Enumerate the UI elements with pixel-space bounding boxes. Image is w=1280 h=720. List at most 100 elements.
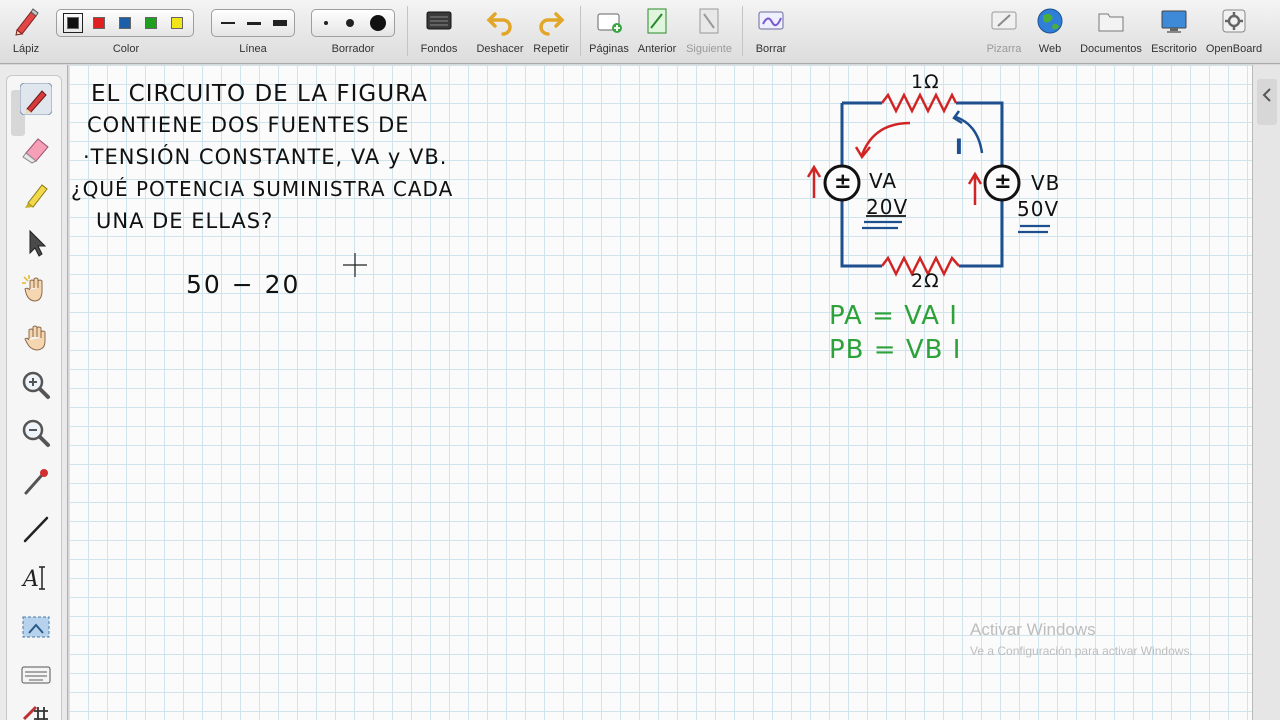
formula-pa: PA = VA I [829,301,958,331]
next-page-label: Siguiente [686,43,732,55]
problem-line-3: ·TENSIÓN CONSTANTE, VA y VB. [83,145,448,169]
main-toolbar: Lápiz Color Línea Borrador Fondos Deshac… [0,0,1280,64]
current-label: I [955,135,964,159]
openboard-menu-button[interactable]: OpenBoard [1203,0,1265,64]
bottom-resistor-label: 2Ω [911,270,940,292]
eraser-size-picker[interactable] [311,9,395,37]
highlighter-tool-icon[interactable] [20,179,52,211]
toolbar-separator [580,6,581,56]
chevron-left-icon [1262,88,1271,102]
clear-board-icon [758,11,784,30]
clear-page-button[interactable]: Borrar [748,0,794,64]
selector-arrow-icon[interactable] [20,227,52,259]
board-icon [991,11,1017,30]
pencil-tool[interactable]: Lápiz [6,0,46,64]
color-swatch[interactable] [171,17,183,29]
formula-pb: PB = VB I [829,335,962,365]
text-tool-icon[interactable]: A [20,561,52,593]
color-picker[interactable] [56,9,194,37]
line-draw-icon[interactable] [20,513,52,545]
previous-page-icon [647,8,667,34]
eraser-medium-option[interactable] [346,19,354,27]
watermark-subtitle: Ve a Configuración para activar Windows. [970,644,1193,658]
folder-icon [1098,13,1124,32]
interact-hand-icon[interactable] [20,273,52,305]
color-tool[interactable]: Color [56,0,196,64]
work-expression: 50 − 20 [186,270,301,299]
pages-button[interactable]: Páginas [586,0,632,64]
source-b-symbol: ± [994,169,1013,193]
redo-arrow-icon [539,12,565,36]
desktop-label: Escritorio [1151,43,1197,55]
svg-text:A: A [21,567,39,592]
line-thin-option[interactable] [221,22,235,24]
source-b-value: 50V [1017,197,1060,221]
source-a-name: VA [869,169,898,193]
board-mode-label: Pizarra [986,43,1022,55]
previous-page-button[interactable]: Anterior [634,0,680,64]
capture-area-icon[interactable] [20,611,52,643]
web-label: Web [1038,43,1062,55]
problem-line-2: CONTIENE DOS FUENTES DE [87,113,410,137]
line-thick-option[interactable] [273,20,287,26]
next-page-button[interactable]: Siguiente [684,0,734,64]
add-page-icon [597,13,622,33]
right-panel-expand-handle[interactable] [1257,79,1277,125]
tool-palette: A [0,65,68,720]
color-swatch[interactable] [63,13,83,33]
grid-snap-icon[interactable] [20,699,52,720]
desktop-button[interactable]: Escritorio [1148,0,1200,64]
eraser-large-option[interactable] [370,15,386,31]
zoom-in-icon[interactable] [20,369,52,401]
crosshair-cursor-icon [343,253,367,277]
source-a-symbol: ± [834,169,853,193]
problem-line-1: EL CIRCUITO DE LA FIGURA [91,81,428,107]
undo-label: Deshacer [476,43,524,55]
color-swatch[interactable] [93,17,105,29]
problem-line-5: UNA DE ELLAS? [96,209,274,233]
openboard-label: OpenBoard [1205,43,1263,55]
line-tool[interactable]: Línea [211,0,295,64]
top-resistor [881,92,958,114]
backgrounds-button[interactable]: Fondos [414,0,464,64]
pen-tool-icon[interactable] [20,83,52,115]
documents-button[interactable]: Documentos [1076,0,1146,64]
watermark-title: Activar Windows [970,620,1096,639]
right-side-panel [1252,65,1280,720]
gear-icon [1222,9,1246,33]
virtual-keyboard-icon[interactable] [20,659,52,691]
source-b-name: VB [1031,171,1061,195]
eraser-label: Borrador [331,43,375,55]
line-label: Línea [239,43,267,55]
pencil-icon [15,8,39,36]
color-label: Color [112,43,140,55]
redo-label: Repetir [533,43,569,55]
toolbar-separator [407,6,408,56]
problem-line-4: ¿QUÉ POTENCIA SUMINISTRA CADA [71,177,454,201]
color-swatch[interactable] [145,17,157,29]
line-medium-option[interactable] [247,21,261,25]
hand-pan-icon[interactable] [20,321,52,353]
toolbar-separator [742,6,743,56]
laser-pointer-icon[interactable] [20,465,52,497]
keyboard-grid-icon [426,11,452,30]
documents-label: Documentos [1080,43,1142,55]
top-resistor-label: 1Ω [911,71,940,93]
previous-page-label: Anterior [637,43,677,55]
clear-page-label: Borrar [755,43,787,55]
board-mode-button[interactable]: Pizarra [982,0,1026,64]
color-swatch[interactable] [119,17,131,29]
zoom-out-icon[interactable] [20,417,52,449]
eraser-small-option[interactable] [324,21,328,25]
undo-button[interactable]: Deshacer [474,0,526,64]
windows-activation-watermark: Activar Windows Ve a Configuración para … [970,620,1193,658]
redo-button[interactable]: Repetir [528,0,574,64]
web-button[interactable]: Web [1030,0,1070,64]
eraser-tool[interactable]: Borrador [311,0,395,64]
next-page-icon [699,8,719,34]
pencil-label: Lápiz [12,43,40,55]
globe-icon [1037,8,1063,34]
monitor-icon [1161,10,1187,33]
eraser-tool-icon[interactable] [20,133,52,165]
line-width-picker[interactable] [211,9,295,37]
